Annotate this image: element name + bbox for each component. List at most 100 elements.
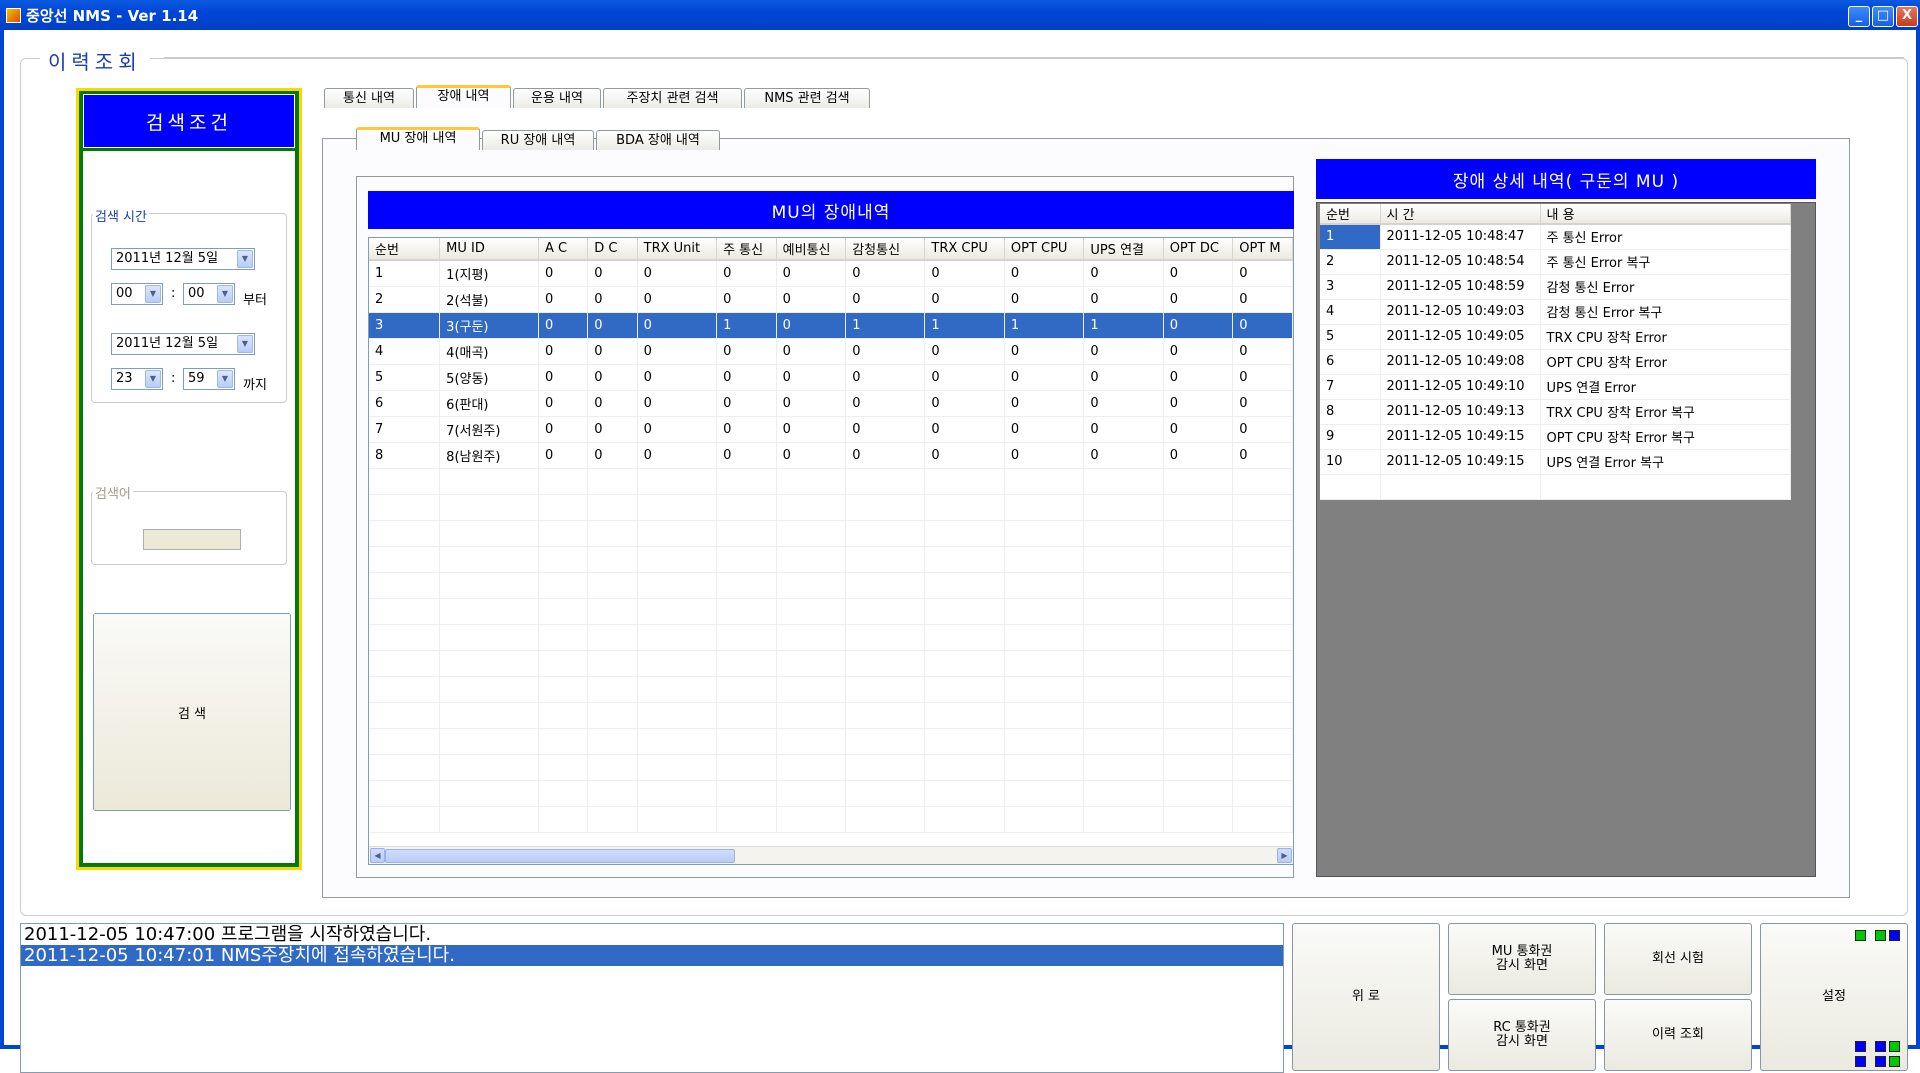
log-line[interactable]: 2011-12-05 10:47:00 프로그램을 시작하였습니다.: [21, 924, 1283, 945]
chevron-down-icon[interactable]: ▼: [217, 285, 233, 303]
subtab-mu-failure[interactable]: MU 장애 내역: [356, 127, 480, 150]
scroll-left-icon[interactable]: ◀: [370, 848, 385, 863]
table-cell: 3(구둔): [439, 312, 539, 339]
table-row[interactable]: 6 6(판대) 0 0 0 0 0 0 0 0 0 0 0: [369, 390, 1293, 417]
table-row[interactable]: 5 5(양동) 0 0 0 0 0 0 0 0 0 0 0: [369, 364, 1293, 391]
minimize-button[interactable]: _: [1848, 6, 1870, 27]
empty-cell: [1232, 806, 1293, 833]
chevron-down-icon[interactable]: ▼: [237, 335, 253, 353]
tab-main-device-search[interactable]: 주장치 관련 검색: [603, 88, 742, 108]
from-hour-select[interactable]: 00 ▼: [111, 283, 163, 305]
column-header[interactable]: MU ID: [439, 238, 539, 261]
to-hour-select[interactable]: 23 ▼: [111, 368, 163, 390]
from-date-picker[interactable]: 2011년 12월 5일 ▼: [111, 248, 255, 270]
column-header[interactable]: 주 통신: [716, 238, 777, 261]
failure-detail-grid[interactable]: 순번 시 간내 용 1 2011-12-05 10:48:47 주 통신 Error 2…: [1316, 202, 1816, 877]
maximize-button[interactable]: □: [1872, 6, 1894, 27]
mu-failure-grid[interactable]: 순번 MU ID A CD C TRX Unit 주 통신 예비통신 감청통신 TRX CPU…: [368, 237, 1294, 865]
close-button[interactable]: X: [1896, 6, 1918, 27]
table-row[interactable]: 5 2011-12-05 10:49:05 TRX CPU 장착 Error: [1320, 324, 1791, 350]
table-cell: 2011-12-05 10:49:10: [1380, 374, 1541, 400]
column-header[interactable]: TRX Unit: [637, 238, 718, 261]
scroll-right-icon[interactable]: ▶: [1277, 848, 1292, 863]
table-row[interactable]: 3 3(구둔) 0 0 0 1 0 1 1 1 1 0 0: [369, 312, 1293, 339]
tab-failure[interactable]: 장애 내역: [416, 85, 511, 108]
log-list[interactable]: 2011-12-05 10:47:00 프로그램을 시작하였습니다. 2011-1…: [20, 923, 1284, 1073]
column-header[interactable]: 순번: [1320, 204, 1381, 225]
empty-cell: [924, 780, 1005, 807]
log-line[interactable]: 2011-12-05 10:47:01 NMS주장치에 접속하였습니다.: [21, 945, 1283, 966]
empty-cell: [369, 728, 441, 755]
table-row[interactable]: 6 2011-12-05 10:49:08 OPT CPU 장착 Error: [1320, 349, 1791, 375]
empty-cell: [845, 754, 926, 781]
table-row[interactable]: 3 2011-12-05 10:48:59 감청 통신 Error: [1320, 274, 1791, 300]
table-row[interactable]: 7 7(서원주) 0 0 0 0 0 0 0 0 0 0 0: [369, 416, 1293, 443]
column-header[interactable]: OPT DC: [1163, 238, 1234, 261]
tab-communication[interactable]: 통신 내역: [324, 88, 414, 108]
to-minute-select[interactable]: 59 ▼: [183, 368, 235, 390]
tab-nms-search[interactable]: NMS 관련 검색: [744, 88, 870, 108]
column-header[interactable]: A C: [538, 238, 589, 261]
table-cell: 2011-12-05 10:49:03: [1380, 299, 1541, 325]
from-minute-select[interactable]: 00 ▼: [183, 283, 235, 305]
column-header[interactable]: UPS 연결: [1083, 238, 1164, 261]
table-cell: 0: [716, 416, 777, 443]
to-date-picker[interactable]: 2011년 12월 5일 ▼: [111, 333, 255, 355]
table-row[interactable]: 1 1(지평) 0 0 0 0 0 0 0 0 0 0 0: [369, 260, 1293, 287]
table-row[interactable]: 4 2011-12-05 10:49:03 감청 통신 Error 복구: [1320, 299, 1791, 325]
column-header[interactable]: 시 간: [1380, 204, 1541, 225]
table-row[interactable]: 2 2(석불) 0 0 0 0 0 0 0 0 0 0 0: [369, 286, 1293, 313]
column-header[interactable]: 예비통신: [776, 238, 847, 261]
chevron-down-icon[interactable]: ▼: [145, 370, 161, 388]
empty-row: [1320, 474, 1791, 500]
chevron-down-icon[interactable]: ▼: [145, 285, 161, 303]
table-row[interactable]: 9 2011-12-05 10:49:15 OPT CPU 장착 Error 복구: [1320, 424, 1791, 450]
subtab-bda-failure[interactable]: BDA 장애 내역: [596, 130, 720, 150]
line-test-button[interactable]: 회선 시험: [1604, 923, 1752, 995]
empty-cell: [1163, 650, 1234, 677]
empty-cell: [1083, 546, 1164, 573]
column-header[interactable]: OPT CPU: [1004, 238, 1085, 261]
empty-row: [369, 780, 1293, 807]
horizontal-scrollbar[interactable]: ◀ ▶: [369, 846, 1293, 864]
chevron-down-icon[interactable]: ▼: [237, 250, 253, 268]
chevron-down-icon[interactable]: ▼: [217, 370, 233, 388]
empty-cell: [1083, 520, 1164, 547]
rc-coverage-monitor-button[interactable]: RC 통화권 감시 화면: [1448, 999, 1596, 1071]
table-cell: 0: [637, 364, 718, 391]
table-cell: 0: [776, 338, 847, 365]
empty-cell: [716, 806, 777, 833]
table-row[interactable]: 8 8(남원주) 0 0 0 0 0 0 0 0 0 0 0: [369, 442, 1293, 469]
scroll-thumb[interactable]: [385, 849, 735, 863]
empty-cell: [538, 572, 589, 599]
table-cell: 9: [1320, 424, 1381, 450]
history-button[interactable]: 이력 조회: [1604, 999, 1752, 1071]
mu-coverage-monitor-button[interactable]: MU 통화권 감시 화면: [1448, 923, 1596, 995]
column-header[interactable]: OPT M: [1232, 238, 1293, 261]
column-header[interactable]: 감청통신: [845, 238, 926, 261]
keyword-input[interactable]: [143, 529, 241, 550]
table-row[interactable]: 2 2011-12-05 10:48:54 주 통신 Error 복구: [1320, 249, 1791, 275]
search-button[interactable]: 검 색: [93, 613, 291, 811]
empty-cell: [924, 676, 1005, 703]
status-indicator: [1889, 1056, 1900, 1067]
table-cell: 0: [1083, 364, 1164, 391]
column-header[interactable]: D C: [587, 238, 638, 261]
column-header[interactable]: 내 용: [1540, 204, 1791, 225]
table-row[interactable]: 4 4(매곡) 0 0 0 0 0 0 0 0 0 0 0: [369, 338, 1293, 365]
empty-cell: [637, 494, 718, 521]
table-cell: 0: [1163, 442, 1234, 469]
table-row[interactable]: 10 2011-12-05 10:49:15 UPS 연결 Error 복구: [1320, 449, 1791, 475]
column-header[interactable]: 순번: [369, 238, 441, 261]
column-header[interactable]: TRX CPU: [924, 238, 1005, 261]
table-row[interactable]: 8 2011-12-05 10:49:13 TRX CPU 장착 Error 복구: [1320, 399, 1791, 425]
tab-operation[interactable]: 운용 내역: [513, 88, 601, 108]
empty-cell: [637, 598, 718, 625]
table-cell: 0: [845, 364, 926, 391]
table-cell: 4: [369, 338, 441, 365]
subtab-ru-failure[interactable]: RU 장애 내역: [482, 130, 594, 150]
empty-cell: [538, 650, 589, 677]
empty-cell: [439, 754, 539, 781]
table-row[interactable]: 7 2011-12-05 10:49:10 UPS 연결 Error: [1320, 374, 1791, 400]
table-row[interactable]: 1 2011-12-05 10:48:47 주 통신 Error: [1320, 224, 1791, 250]
